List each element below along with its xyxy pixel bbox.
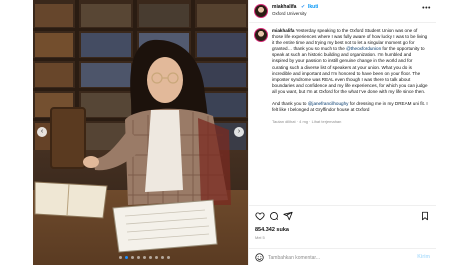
post-actions: 854.342 suka Mei 5 Kirim [249, 205, 436, 266]
username-link[interactable]: miakhalifa [272, 4, 296, 10]
instagram-post: ‹ › miakhalifa ✔ Ikuti Oxford University… [33, 0, 436, 265]
post-date: Mei 5 [255, 235, 265, 240]
carousel-dot [143, 256, 146, 259]
carousel-dot [149, 256, 152, 259]
post-photo[interactable]: ‹ › [33, 0, 248, 265]
caption-username[interactable]: miakhalifa [272, 28, 294, 33]
person-illustration [34, 39, 231, 253]
caption-avatar[interactable] [254, 28, 268, 42]
caption-paragraph-1b: for the opportunity to speak at such an … [272, 46, 428, 94]
comment-input[interactable] [268, 254, 408, 262]
chevron-left-icon[interactable]: ‹ [37, 127, 47, 137]
mention-link[interactable]: @janefrancilhoughy [308, 101, 349, 106]
carousel-dot [119, 256, 122, 259]
heart-icon[interactable] [255, 211, 265, 221]
carousel-indicator [119, 256, 170, 259]
location-link[interactable]: Oxford University [272, 11, 307, 16]
post-sidebar: miakhalifa ✔ Ikuti Oxford University •••… [248, 0, 436, 265]
carousel-dot [131, 256, 134, 259]
caption-meta[interactable]: Tautan dilihat · 4 mg · Lihat terjemahan [272, 119, 428, 125]
bookmark-icon[interactable] [420, 211, 430, 221]
comment-bar: Kirim [249, 248, 436, 267]
verified-badge-icon: ✔ [301, 4, 306, 10]
carousel-dot-active [125, 256, 128, 259]
carousel-dot [137, 256, 140, 259]
chevron-right-icon[interactable]: › [234, 127, 244, 137]
comment-icon[interactable] [269, 211, 279, 221]
caption-text: miakhalifa Yesterday speaking to the Oxf… [272, 28, 428, 125]
post-header: miakhalifa ✔ Ikuti Oxford University ••• [249, 0, 436, 23]
share-icon[interactable] [283, 211, 293, 221]
carousel-dot [155, 256, 158, 259]
carousel-dot [167, 256, 170, 259]
carousel-dot [161, 256, 164, 259]
likes-count[interactable]: 854.342 suka [255, 227, 289, 233]
avatar[interactable] [254, 4, 268, 18]
emoji-icon[interactable] [255, 253, 264, 262]
caption-paragraph-2a: And thank you to [272, 101, 308, 107]
mention-link[interactable]: @theoxfordunion [346, 46, 381, 51]
more-options-icon[interactable]: ••• [422, 5, 431, 12]
post-comment-button[interactable]: Kirim [417, 254, 430, 260]
follow-button[interactable]: Ikuti [308, 4, 318, 10]
